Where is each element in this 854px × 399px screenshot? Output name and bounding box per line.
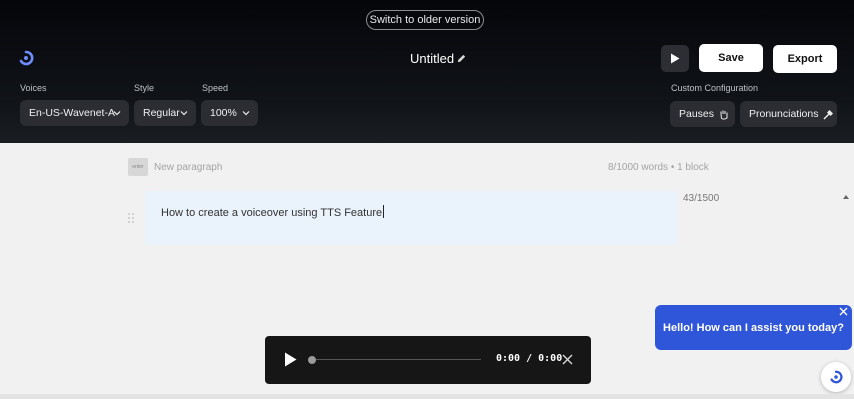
enter-key-badge: enter [128, 158, 148, 176]
audio-player: 0:00 / 0:00 [265, 336, 591, 384]
progress-track[interactable] [316, 359, 481, 360]
logo-icon[interactable] [18, 50, 34, 66]
style-select[interactable]: Regular [134, 100, 196, 126]
speed-select[interactable]: 100% [201, 100, 258, 126]
top-bar: Switch to older version Untitled Save Ex… [0, 0, 854, 143]
hand-icon [720, 110, 728, 120]
voice-select[interactable]: En-US-Wavenet-A [20, 100, 129, 126]
speed-select-value: 100% [210, 107, 237, 119]
play-icon[interactable] [284, 352, 297, 367]
paragraph-text: How to create a voiceover using TTS Feat… [161, 207, 383, 219]
switch-older-version-button[interactable]: Switch to older version [366, 10, 484, 30]
style-select-value: Regular [143, 107, 180, 119]
collapse-caret-icon[interactable] [843, 194, 849, 199]
chevron-down-icon [113, 111, 121, 116]
play-icon [671, 53, 680, 64]
export-button[interactable]: Export [773, 45, 837, 73]
pauses-label: Pauses [679, 108, 715, 120]
document-title[interactable]: Untitled [410, 51, 454, 66]
text-cursor [383, 205, 385, 218]
save-button[interactable]: Save [699, 44, 763, 72]
pronunciations-label: Pronunciations [749, 108, 819, 120]
style-label: Style [134, 83, 155, 93]
wand-icon [823, 109, 834, 119]
chat-greeting-bubble[interactable]: Hello! How can I assist you today? [655, 305, 852, 350]
voice-select-value: En-US-Wavenet-A [29, 107, 115, 119]
voices-label: Voices [20, 83, 47, 93]
pencil-icon[interactable] [456, 53, 467, 64]
chevron-down-icon [180, 111, 188, 116]
pauses-button[interactable]: Pauses [670, 101, 735, 127]
progress-handle[interactable] [308, 356, 316, 364]
word-count: 8/1000 words • 1 block [608, 162, 709, 173]
pronunciations-button[interactable]: Pronunciations [740, 101, 837, 127]
close-icon[interactable] [562, 354, 573, 365]
close-icon[interactable] [839, 307, 848, 316]
play-all-button[interactable] [661, 45, 689, 72]
drag-handle-icon[interactable] [127, 212, 135, 224]
new-paragraph-button[interactable]: New paragraph [154, 162, 222, 173]
horizontal-scrollbar[interactable] [0, 394, 854, 399]
character-count: 43/1500 [683, 193, 720, 204]
playback-time: 0:00 / 0:00 [496, 353, 563, 364]
chevron-down-icon [242, 111, 250, 116]
chat-greeting-text: Hello! How can I assist you today? [663, 321, 844, 334]
chat-launcher-button[interactable] [821, 362, 851, 392]
paragraph-text-input[interactable]: How to create a voiceover using TTS Feat… [161, 205, 385, 219]
chat-logo-icon [830, 370, 843, 384]
custom-configuration-label: Custom Configuration [671, 83, 759, 93]
speed-label: Speed [202, 83, 229, 93]
